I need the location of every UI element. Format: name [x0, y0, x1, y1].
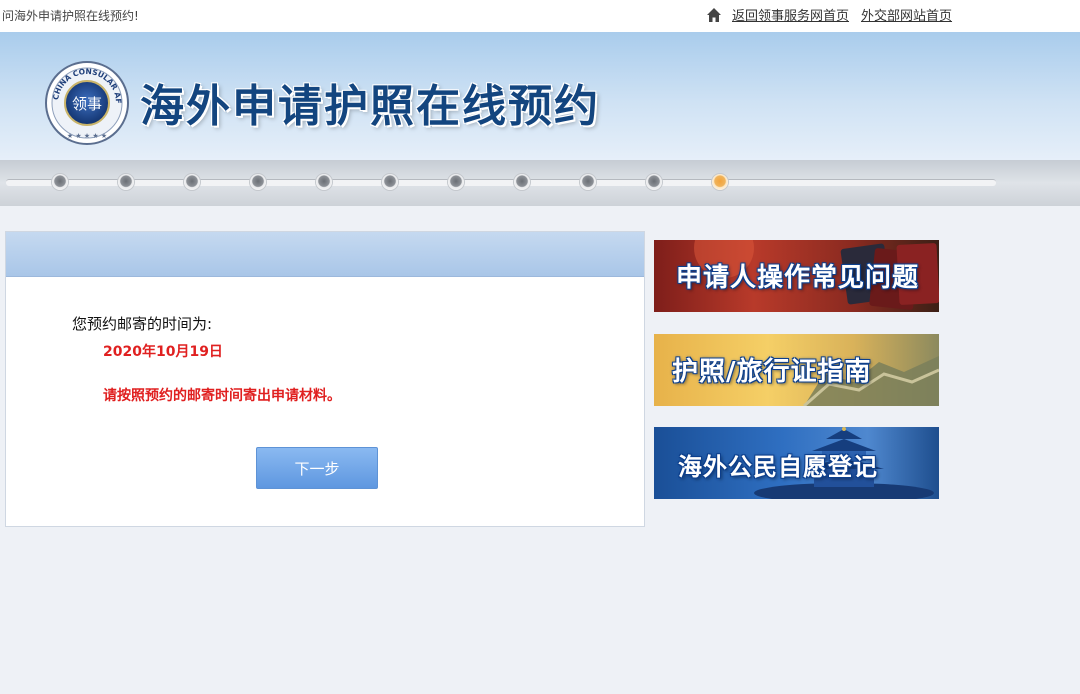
passport-guide-label: 护照/旅行证指南: [672, 357, 872, 387]
progress-step-1: [52, 174, 68, 190]
progress-step-8: [514, 174, 530, 190]
mfa-home-link[interactable]: 外交部网站首页: [861, 5, 952, 24]
faq-banner-label: 申请人操作常见问题: [676, 263, 920, 293]
banner-title: 海外申请护照在线预约: [140, 81, 600, 132]
mail-note: 请按照预约的邮寄时间寄出申请材料。: [103, 388, 341, 404]
citizen-registration-banner[interactable]: 海外公民自愿登记: [654, 427, 939, 499]
consular-home-link[interactable]: 返回领事服务网首页: [732, 5, 849, 24]
next-step-button[interactable]: 下一步: [256, 447, 378, 489]
welcome-text: 问海外申请护照在线预约!: [2, 9, 139, 23]
panel-header: [6, 232, 644, 277]
svg-text:★ ★ ★ ★ ★: ★ ★ ★ ★ ★: [67, 132, 107, 140]
consular-seal-logo: CHINA CONSULAR AFFAIRS 领事 ★ ★ ★ ★ ★: [44, 60, 129, 145]
svg-text:领事: 领事: [72, 95, 102, 113]
progress-step-2: [118, 174, 134, 190]
citizen-registration-label: 海外公民自愿登记: [678, 453, 878, 481]
home-icon: [707, 7, 721, 22]
progress-step-11: [712, 174, 728, 190]
progress-step-4: [250, 174, 266, 190]
header-banner: CHINA CONSULAR AFFAIRS 领事 ★ ★ ★ ★ ★ 海外申请…: [0, 32, 1080, 160]
mail-date: 2020年10月19日: [103, 344, 223, 360]
step-progress-bar: [0, 160, 1080, 206]
progress-step-10: [646, 174, 662, 190]
progress-step-9: [580, 174, 596, 190]
progress-step-6: [382, 174, 398, 190]
progress-step-3: [184, 174, 200, 190]
progress-step-5: [316, 174, 332, 190]
mail-time-label: 您预约邮寄的时间为:: [72, 315, 213, 333]
faq-banner[interactable]: 申请人操作常见问题: [654, 240, 939, 312]
passport-guide-banner[interactable]: 护照/旅行证指南: [654, 334, 939, 406]
progress-step-7: [448, 174, 464, 190]
top-bar: 问海外申请护照在线预约! 返回领事服务网首页 外交部网站首页: [0, 0, 1080, 32]
top-links: 返回领事服务网首页 外交部网站首页: [706, 5, 964, 24]
appointment-panel: 您预约邮寄的时间为: 2020年10月19日 请按照预约的邮寄时间寄出申请材料。…: [5, 231, 645, 527]
progress-track: [6, 179, 996, 186]
